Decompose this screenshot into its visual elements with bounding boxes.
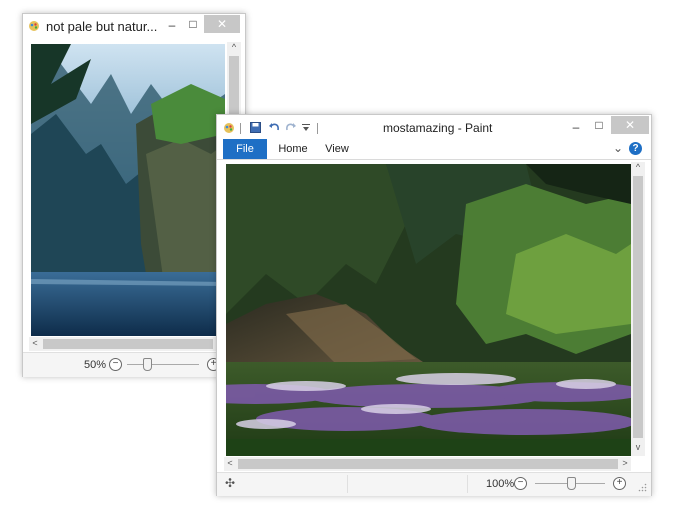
maximize-button[interactable]: □ bbox=[184, 15, 202, 33]
move-cursor-icon: ✣ bbox=[225, 476, 236, 490]
paint-title: mostamazing - Paint bbox=[383, 121, 493, 135]
save-icon[interactable] bbox=[250, 122, 261, 133]
horizontal-scrollbar[interactable]: < > bbox=[224, 457, 631, 471]
photo-viewer-title: not pale but natur... bbox=[46, 19, 158, 34]
horizontal-scroll-thumb[interactable] bbox=[238, 459, 618, 469]
quick-access-separator bbox=[240, 123, 241, 134]
paint-statusbar: ✣ 100% − + bbox=[217, 472, 651, 496]
photo-viewer-titlebar[interactable]: not pale but natur... – □ ✕ bbox=[23, 14, 245, 36]
maximize-button[interactable]: □ bbox=[590, 116, 608, 134]
photo-viewer-canvas[interactable] bbox=[31, 44, 225, 336]
vertical-scroll-thumb[interactable] bbox=[633, 176, 643, 438]
scroll-left-button[interactable]: < bbox=[29, 338, 41, 348]
expand-ribbon-icon[interactable]: ⌄ bbox=[613, 141, 623, 155]
scroll-down-button[interactable]: v bbox=[632, 442, 644, 452]
zoom-slider-thumb[interactable] bbox=[567, 477, 576, 490]
photo-viewer-statusbar: 50% − + bbox=[23, 352, 245, 377]
scroll-right-button[interactable]: > bbox=[619, 458, 631, 468]
scroll-left-button[interactable]: < bbox=[224, 458, 236, 468]
waterfall-forest-photo bbox=[31, 44, 225, 336]
minimize-button[interactable]: – bbox=[567, 118, 585, 136]
zoom-slider-thumb[interactable] bbox=[143, 358, 152, 371]
tab-home[interactable]: Home bbox=[273, 139, 313, 159]
photo-viewer-window: not pale but natur... – □ ✕ ^ < 50% − + bbox=[22, 13, 246, 377]
help-icon[interactable]: ? bbox=[629, 142, 642, 155]
zoom-level-label: 50% bbox=[84, 359, 107, 371]
undo-icon[interactable] bbox=[268, 122, 280, 133]
zoom-level-label: 100% bbox=[486, 478, 515, 490]
paint-app-icon bbox=[29, 21, 39, 31]
zoom-in-button[interactable]: + bbox=[613, 477, 626, 490]
zoom-out-button[interactable]: − bbox=[514, 477, 527, 490]
scroll-up-button[interactable]: ^ bbox=[632, 162, 644, 172]
quick-access-separator bbox=[317, 123, 318, 134]
horizontal-scroll-thumb[interactable] bbox=[43, 339, 213, 349]
vertical-scrollbar[interactable]: ^ v bbox=[631, 162, 645, 456]
paint-canvas[interactable] bbox=[226, 164, 631, 456]
resize-grip-icon[interactable] bbox=[638, 483, 647, 492]
zoom-out-button[interactable]: − bbox=[109, 358, 122, 371]
status-divider bbox=[467, 475, 468, 493]
status-divider bbox=[347, 475, 348, 493]
paint-app-icon bbox=[224, 123, 234, 133]
zoom-slider-track[interactable] bbox=[127, 364, 199, 365]
redo-icon[interactable] bbox=[285, 122, 297, 133]
tab-file[interactable]: File bbox=[223, 139, 267, 159]
close-button[interactable]: ✕ bbox=[611, 116, 649, 134]
horizontal-scrollbar[interactable]: < bbox=[29, 337, 225, 351]
scroll-up-button[interactable]: ^ bbox=[228, 42, 240, 52]
close-button[interactable]: ✕ bbox=[204, 15, 240, 33]
minimize-button[interactable]: – bbox=[163, 16, 181, 34]
tab-view[interactable]: View bbox=[317, 139, 357, 159]
paint-window: mostamazing - Paint – □ ✕ File Home View… bbox=[216, 114, 652, 496]
ribbon-tab-bar: File Home View ⌄ ? bbox=[217, 139, 651, 160]
paint-titlebar[interactable]: mostamazing - Paint – □ ✕ bbox=[217, 115, 651, 139]
customize-quick-access-icon[interactable] bbox=[302, 124, 310, 132]
iris-meadow-photo bbox=[226, 164, 631, 456]
